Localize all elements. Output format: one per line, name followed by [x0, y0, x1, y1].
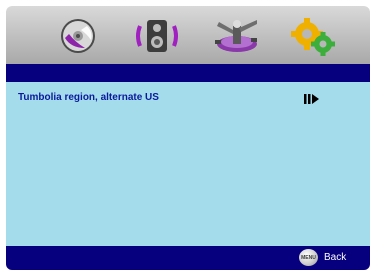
disc-icon [61, 19, 95, 53]
back-label[interactable]: Back [324, 252, 346, 263]
menu-button-icon[interactable]: MENU [299, 249, 318, 266]
header-bar [6, 64, 370, 82]
footer-bar: MENU Back [6, 246, 370, 270]
settings-list: Tumbolia region, alternate US [6, 82, 370, 246]
settings-window: Tumbolia region, alternate US MENU Back [6, 6, 370, 270]
list-item-label: Tumbolia region, alternate US [18, 92, 159, 103]
category-toolbar [6, 6, 370, 64]
menu-button-text: MENU [301, 254, 316, 261]
submenu-arrow-icon [304, 94, 319, 104]
antenna-icon [215, 20, 257, 52]
audio-settings-button[interactable] [132, 11, 182, 59]
gears-icon [291, 18, 335, 56]
list-item[interactable]: Tumbolia region, alternate US [6, 88, 370, 110]
disc-settings-button[interactable] [53, 11, 103, 59]
speaker-icon [136, 20, 178, 52]
system-settings-button[interactable] [287, 11, 337, 59]
network-settings-button[interactable] [211, 11, 261, 59]
